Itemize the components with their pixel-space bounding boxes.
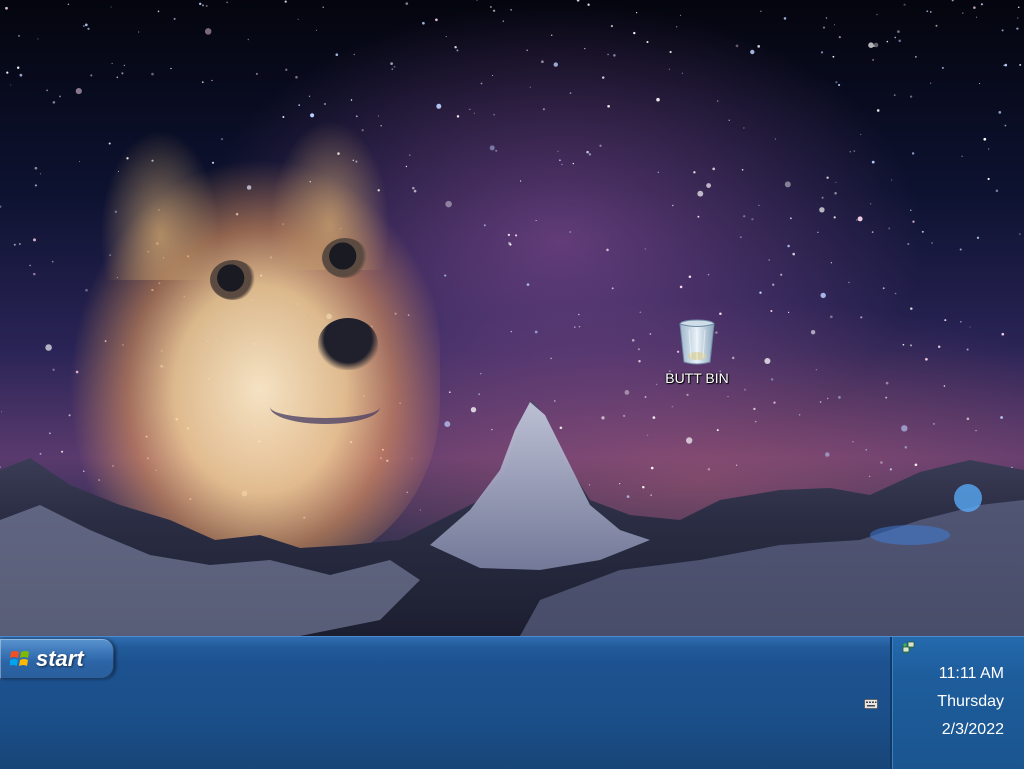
start-button[interactable]: start xyxy=(0,639,114,679)
system-tray: 11:11 AM Thursday 2/3/2022 xyxy=(890,637,1024,769)
keyboard-icon[interactable] xyxy=(864,698,878,709)
matterhorn-peak xyxy=(430,402,650,570)
clock-date[interactable]: 2/3/2022 xyxy=(942,721,1004,739)
blue-light-streak xyxy=(870,525,950,545)
recycle-bin-desktop-icon[interactable]: BUTT BIN xyxy=(656,318,738,386)
recycle-bin-label: BUTT BIN xyxy=(665,370,729,386)
start-label: start xyxy=(36,646,84,671)
blue-light-glow xyxy=(954,484,982,512)
snow-slope-left xyxy=(0,505,420,636)
windows-flag-icon xyxy=(10,651,29,666)
clock-day[interactable]: Thursday xyxy=(937,693,1004,711)
clock-time[interactable]: 11:11 AM xyxy=(939,665,1004,683)
taskbar: start 11:11 AM Thursday 2/3/2022 xyxy=(0,636,1024,769)
desktop-background: BUTT BIN xyxy=(0,0,1024,636)
network-icon[interactable] xyxy=(902,641,916,655)
mountain-range xyxy=(0,400,1024,636)
recycle-bin-icon xyxy=(679,319,715,365)
